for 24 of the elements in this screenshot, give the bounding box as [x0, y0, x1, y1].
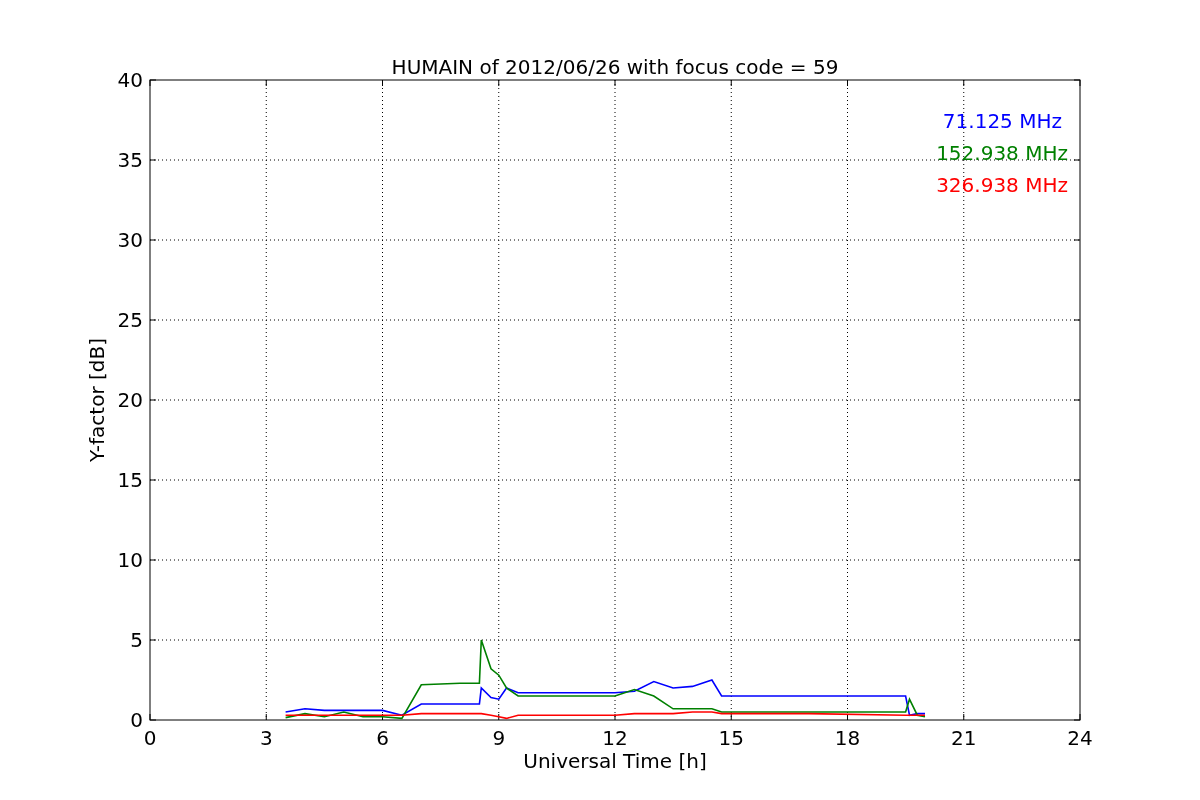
x-axis-label: Universal Time [h]	[523, 749, 707, 773]
x-tick-label: 6	[376, 726, 389, 750]
y-tick-label: 25	[117, 308, 143, 332]
y-tick-label: 40	[117, 68, 143, 92]
y-tick-label: 15	[117, 468, 143, 492]
y-axis-label: Y-factor [dB]	[85, 338, 109, 462]
x-tick-label: 15	[718, 726, 744, 750]
x-tick-label: 12	[602, 726, 628, 750]
y-tick-label: 10	[117, 548, 143, 572]
legend-label: 152.938 MHz	[936, 141, 1068, 165]
x-tick-label: 21	[951, 726, 977, 750]
x-tick-label: 9	[492, 726, 506, 750]
chart-title: HUMAIN of 2012/06/26 with focus code = 59	[391, 55, 839, 79]
y-tick-label: 5	[130, 628, 143, 652]
legend-label: 326.938 MHz	[936, 173, 1068, 197]
x-tick-label: 24	[1067, 726, 1093, 750]
y-tick-label: 0	[130, 708, 143, 732]
legend-label: 71.125 MHz	[942, 109, 1062, 133]
x-tick-label: 0	[143, 726, 157, 750]
x-tick-label: 18	[834, 726, 861, 750]
y-tick-label: 35	[117, 148, 143, 172]
y-tick-label: 20	[117, 388, 143, 412]
x-tick-label: 3	[259, 726, 273, 750]
y-tick-label: 30	[117, 228, 143, 252]
